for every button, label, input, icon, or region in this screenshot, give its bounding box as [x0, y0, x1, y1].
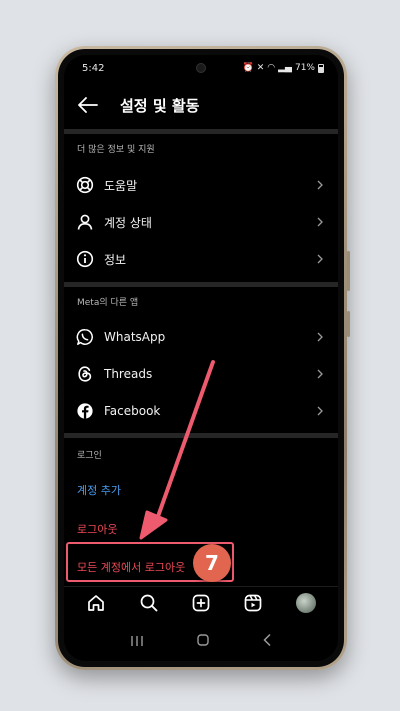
chevron-right-icon [317, 217, 323, 227]
search-icon[interactable] [138, 592, 160, 614]
system-nav-bar [64, 625, 338, 657]
section-label-login: 로그인 [77, 451, 102, 461]
row-about[interactable]: 정보 [64, 243, 338, 275]
wifi-icon: ◠ [267, 63, 276, 73]
avatar [295, 592, 316, 613]
row-facebook[interactable]: Facebook [64, 395, 338, 427]
row-label: Facebook [104, 404, 161, 418]
row-account-status[interactable]: 계정 상태 [64, 206, 338, 238]
battery-icon [318, 63, 324, 73]
page-title: 설정 및 활동 [120, 96, 200, 115]
row-threads[interactable]: Threads [64, 358, 338, 390]
row-label: 정보 [104, 252, 127, 267]
row-whatsapp[interactable]: WhatsApp [64, 321, 338, 353]
camera-hole [196, 63, 206, 73]
reels-icon[interactable] [242, 592, 264, 614]
back-arrow-icon[interactable] [78, 97, 98, 113]
threads-icon [76, 365, 94, 383]
recent-apps-icon[interactable] [130, 632, 144, 651]
volume-button [347, 251, 350, 291]
profile-avatar[interactable] [295, 592, 317, 614]
section-divider [64, 282, 338, 287]
row-label: 도움말 [104, 178, 138, 193]
back-button-icon[interactable] [262, 632, 272, 651]
chevron-right-icon [317, 254, 323, 264]
add-account-link[interactable]: 계정 추가 [77, 482, 121, 498]
section-divider [64, 129, 338, 134]
status-time: 5:42 [82, 62, 105, 74]
bottom-nav [64, 586, 338, 618]
home-button-icon[interactable] [196, 632, 210, 651]
info-icon [76, 250, 94, 268]
row-label: Threads [104, 367, 153, 381]
facebook-icon [76, 402, 94, 420]
section-divider [64, 433, 338, 438]
chevron-right-icon [317, 406, 323, 416]
home-icon[interactable] [85, 592, 107, 614]
section-label-meta-apps: Meta의 다른 앱 [77, 298, 139, 308]
section-label-support: 더 많은 정보 및 지원 [77, 145, 155, 155]
power-button [347, 311, 350, 337]
step-number-badge: 7 [193, 544, 231, 582]
row-label: 계정 상태 [104, 215, 152, 230]
row-label: WhatsApp [104, 330, 166, 344]
create-post-icon[interactable] [190, 592, 212, 614]
chevron-right-icon [317, 369, 323, 379]
mute-icon: ✕ [256, 63, 265, 73]
chevron-right-icon [317, 332, 323, 342]
lifebuoy-icon [76, 176, 94, 194]
whatsapp-icon [76, 328, 94, 346]
page-header: 설정 및 활동 [64, 89, 338, 121]
signal-icon: ▂▄ [278, 63, 292, 73]
battery-percent: 71% [294, 63, 315, 73]
alarm-icon: ⏰ [242, 63, 254, 73]
person-icon [76, 213, 94, 231]
row-help[interactable]: 도움말 [64, 169, 338, 201]
status-icons: ⏰ ✕ ◠ ▂▄ 71% [243, 63, 324, 73]
chevron-right-icon [317, 180, 323, 190]
logout-link[interactable]: 로그아웃 [77, 521, 117, 537]
